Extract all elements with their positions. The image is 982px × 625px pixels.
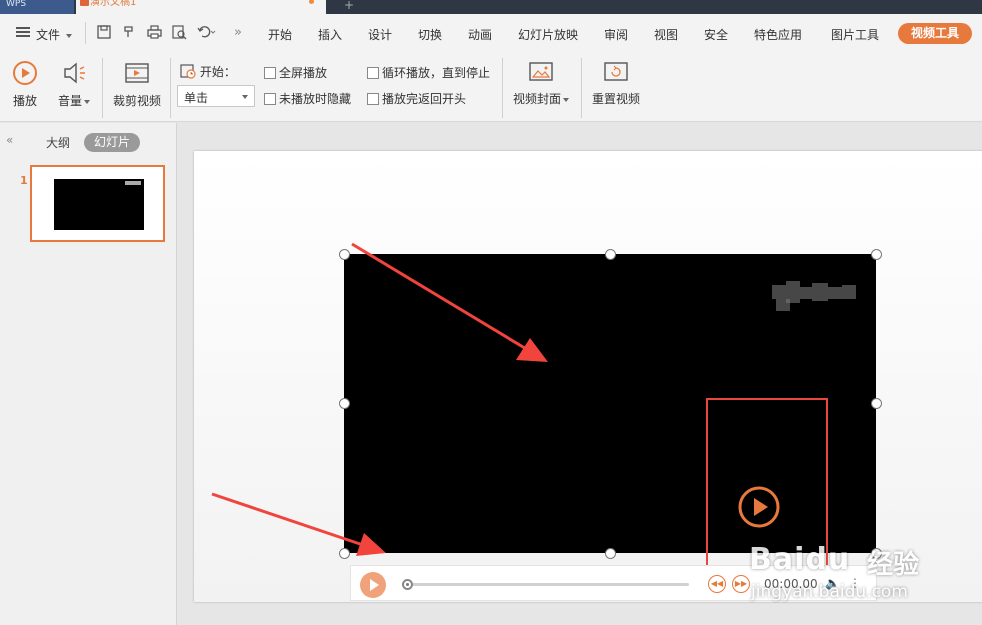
menu-item-transitions[interactable]: 切换 — [418, 26, 442, 43]
format-painter-icon[interactable] — [121, 25, 137, 41]
menu-item-insert[interactable]: 插入 — [318, 26, 342, 43]
document-tab[interactable]: 演示文稿1 — [76, 0, 326, 14]
checkbox-box — [264, 67, 276, 79]
trim-video-label: 裁剪视频 — [112, 94, 161, 108]
resize-handle-bottom-left[interactable] — [339, 548, 350, 559]
divider — [581, 58, 582, 118]
chevron-down-icon — [242, 95, 248, 99]
menu-item-review[interactable]: 审阅 — [604, 26, 628, 43]
reset-video-icon — [604, 62, 628, 81]
slide[interactable]: ◀◀ ▶▶ 00:00.00 🔈 ⋮ — [194, 151, 982, 602]
video-cover-label: 视频封面 — [512, 92, 561, 106]
reset-video-label: 重置视频 — [591, 92, 640, 106]
pixelated-watermark — [764, 279, 862, 313]
checkbox-box — [367, 93, 379, 105]
divider — [170, 58, 171, 118]
start-trigger-select[interactable]: 单击 — [177, 85, 255, 107]
resize-handle-top-left[interactable] — [339, 249, 350, 260]
watermark-url: jingyan.baidu.com — [751, 582, 908, 602]
tab-outline[interactable]: 大纲 — [46, 134, 70, 151]
play-circle-icon — [13, 61, 37, 85]
thumbnail-watermark — [125, 181, 141, 185]
video-frame[interactable] — [344, 254, 876, 570]
checkbox-box — [367, 67, 379, 79]
video-thumbnail — [54, 179, 144, 230]
hide-when-not-playing-checkbox[interactable]: 未播放时隐藏 — [264, 90, 351, 107]
hamburger-menu-icon[interactable] — [16, 27, 30, 37]
slide-thumbnail[interactable] — [30, 165, 165, 242]
video-cover-icon — [529, 62, 553, 81]
presentation-file-icon — [80, 0, 89, 6]
print-icon[interactable] — [146, 25, 162, 41]
hide-when-not-playing-label: 未播放时隐藏 — [279, 92, 352, 106]
divider — [85, 22, 86, 44]
volume-button[interactable]: 音量 — [56, 60, 92, 109]
menu-item-special-apps[interactable]: 特色应用 — [754, 26, 802, 43]
resize-handle-bottom[interactable] — [605, 548, 616, 559]
trim-video-button[interactable]: 裁剪视频 — [112, 60, 162, 109]
menu-bar: 文件 » 开始 插入 设计 切换 动画 幻灯片放映 审阅 视图 安全 特色应用 … — [0, 14, 982, 52]
checkbox-box — [264, 93, 276, 105]
menu-item-animations[interactable]: 动画 — [468, 26, 492, 43]
trim-video-icon — [125, 63, 149, 83]
start-label: 开始： — [199, 65, 236, 79]
control-play-button[interactable] — [360, 572, 386, 598]
reset-video-button[interactable]: 重置视频 — [591, 60, 641, 107]
video-tools-ribbon: 播放 音量 裁剪视频 开始： 单击 全屏播放 未播放时隐藏 循环播放，直到停止 … — [0, 52, 982, 122]
volume-label: 音量 — [57, 94, 82, 108]
chevron-down-icon — [66, 33, 73, 38]
baidu-jingyan-watermark: Baidu 经验 jingyan.baidu.com — [745, 540, 982, 625]
menu-item-slideshow[interactable]: 幻灯片放映 — [518, 26, 578, 43]
document-tab-label: 演示文稿1 — [90, 0, 137, 8]
play-label: 播放 — [12, 94, 37, 108]
wps-home-tab[interactable]: WPS — [0, 0, 74, 14]
progress-knob[interactable] — [402, 579, 413, 590]
title-bar: WPS 演示文稿1 + — [0, 0, 982, 14]
video-cover-button[interactable]: 视频封面 — [512, 60, 570, 107]
volume-icon — [64, 62, 85, 84]
resize-handle-top-right[interactable] — [871, 249, 882, 260]
loop-checkbox[interactable]: 循环播放，直到停止 — [367, 64, 490, 81]
loop-label: 循环播放，直到停止 — [382, 66, 491, 80]
start-trigger-value: 单击 — [184, 91, 209, 105]
divider — [502, 58, 503, 118]
tab-video-tools[interactable]: 视频工具 — [898, 23, 972, 44]
progress-track[interactable] — [407, 583, 689, 586]
new-tab-button[interactable]: + — [344, 0, 354, 12]
menu-item-view[interactable]: 视图 — [654, 26, 678, 43]
tab-slides[interactable]: 幻灯片 — [84, 133, 140, 152]
slides-panel: « 大纲 幻灯片 1 — [0, 123, 177, 625]
play-circle-icon[interactable] — [737, 485, 781, 529]
collapse-panel-icon[interactable]: « — [6, 133, 13, 147]
resize-handle-top[interactable] — [605, 249, 616, 260]
fullscreen-checkbox[interactable]: 全屏播放 — [264, 64, 327, 81]
resize-handle-left[interactable] — [339, 398, 350, 409]
chevron-down-icon — [84, 99, 90, 104]
slide-number: 1 — [20, 174, 28, 187]
clock-icon — [180, 64, 196, 79]
start-option: 开始： — [180, 63, 236, 80]
undo-icon[interactable] — [196, 25, 218, 41]
rewind-icon[interactable]: ◀◀ — [708, 575, 726, 593]
chevron-down-icon — [563, 97, 569, 102]
fullscreen-label: 全屏播放 — [279, 66, 328, 80]
save-icon[interactable] — [96, 25, 112, 41]
file-menu[interactable]: 文件 — [36, 26, 73, 43]
menu-item-picture-tools[interactable]: 图片工具 — [831, 26, 879, 43]
rewind-after-play-label: 播放完返回开头 — [382, 92, 467, 106]
menu-item-start[interactable]: 开始 — [268, 26, 292, 43]
play-button[interactable]: 播放 — [10, 60, 40, 109]
print-preview-icon[interactable] — [171, 25, 187, 41]
unsaved-dot-icon — [309, 0, 314, 4]
resize-handle-right[interactable] — [871, 398, 882, 409]
rewind-after-play-checkbox[interactable]: 播放完返回开头 — [367, 90, 466, 107]
menu-item-security[interactable]: 安全 — [704, 26, 728, 43]
file-menu-label: 文件 — [36, 28, 61, 42]
more-tools-icon[interactable]: » — [230, 25, 246, 41]
divider — [102, 58, 103, 118]
menu-item-design[interactable]: 设计 — [368, 26, 392, 43]
wps-tab-label: WPS — [6, 0, 27, 9]
jingyan-label: 经验 — [867, 550, 920, 580]
baidu-logo: Baidu — [749, 542, 851, 577]
